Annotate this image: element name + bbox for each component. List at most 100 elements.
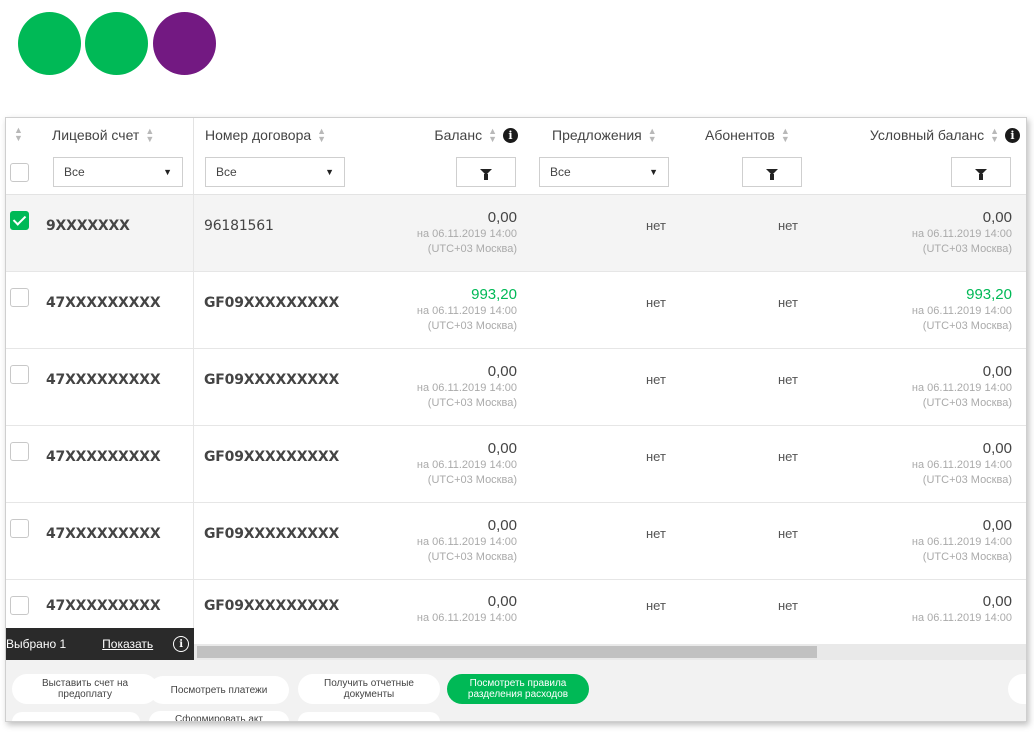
table-row[interactable]: 47XXXXXXXXX GF09XXXXXXXXX 0,00 на 06.11.… <box>6 349 1026 426</box>
column-divider <box>193 503 194 579</box>
chevron-down-icon: ▼ <box>163 167 172 177</box>
row-conditional-balance-date: на 06.11.2019 14:00 <box>911 459 1012 471</box>
sort-icon[interactable]: ▲ ▼ <box>990 127 999 144</box>
header-cell-balance: Баланс ▲ ▼ i <box>374 118 534 195</box>
table-row[interactable]: 9XXXXXXX 96181561 0,00 на 06.11.2019 14:… <box>6 195 1026 272</box>
row-conditional-balance-date: на 06.11.2019 14:00 <box>911 382 1012 394</box>
column-divider <box>193 272 194 348</box>
row-account[interactable]: 47XXXXXXXXX <box>46 526 161 542</box>
sort-icon[interactable]: ▲ ▼ <box>145 127 154 144</box>
row-balance-value: 993,20 <box>471 286 517 303</box>
contract-filter-select[interactable]: Все ▼ <box>205 157 345 187</box>
sort-icon[interactable]: ▲ ▼ <box>317 127 326 144</box>
row-offers: нет <box>646 218 666 233</box>
header-contract[interactable]: Номер договора ▲ ▼ <box>205 127 326 144</box>
row-balance-date: на 06.11.2019 14:00 <box>416 536 517 548</box>
view-expense-rules-button[interactable]: Посмотреть правила разделения расходов <box>447 674 589 704</box>
row-conditional-balance-timezone: (UTC+03 Москва) <box>922 474 1012 486</box>
header-cell-contract: Номер договора ▲ ▼ Все ▼ <box>194 118 374 195</box>
row-contract[interactable]: GF09XXXXXXXXX <box>204 449 339 465</box>
row-checkbox[interactable] <box>10 442 29 461</box>
balance-filter-button[interactable] <box>456 157 516 187</box>
row-account[interactable]: 9XXXXXXX <box>46 218 130 234</box>
header-balance[interactable]: Баланс ▲ ▼ i <box>434 127 518 144</box>
row-checkbox[interactable] <box>10 288 29 307</box>
logo-circle-purple <box>153 12 216 75</box>
row-checkbox[interactable] <box>10 596 29 615</box>
row-subscribers: нет <box>778 218 798 233</box>
row-conditional-balance-value: 0,00 <box>982 209 1012 226</box>
select-all-checkbox[interactable] <box>10 163 29 182</box>
row-account[interactable]: 47XXXXXXXXX <box>46 295 161 311</box>
row-account[interactable]: 47XXXXXXXXX <box>46 372 161 388</box>
row-balance-timezone: (UTC+03 Москва) <box>427 243 517 255</box>
table-row[interactable]: 47XXXXXXXXX GF09XXXXXXXXX 993,20 на 06.1… <box>6 272 1026 349</box>
conditional-balance-filter-button[interactable] <box>951 157 1011 187</box>
row-contract[interactable]: GF09XXXXXXXXX <box>204 372 339 388</box>
get-reports-button[interactable]: Получить отчетные документы <box>298 674 440 704</box>
scrollbar-thumb[interactable] <box>197 646 817 658</box>
row-conditional-balance: 993,20 на 06.11.2019 14:00 (UTC+03 Москв… <box>912 285 1012 334</box>
row-balance-value: 0,00 <box>487 363 517 380</box>
action-button-partial[interactable] <box>1008 674 1026 704</box>
row-conditional-balance-date: на 06.11.2019 14:00 <box>911 536 1012 548</box>
header-offers[interactable]: Предложения ▲ ▼ <box>552 127 657 144</box>
selected-count: Выбрано 1 <box>6 637 67 651</box>
horizontal-scrollbar[interactable] <box>194 644 1026 660</box>
header-account[interactable]: Лицевой счет ▲ ▼ <box>52 127 154 144</box>
filter-icon <box>766 169 778 180</box>
select-sort-icon[interactable]: ▲ ▼ <box>14 126 23 143</box>
row-conditional-balance-timezone: (UTC+03 Москва) <box>922 243 1012 255</box>
row-balance-value: 0,00 <box>487 440 517 457</box>
account-filter-select[interactable]: Все ▼ <box>53 157 183 187</box>
row-conditional-balance-value: 0,00 <box>982 517 1012 534</box>
info-icon[interactable]: i <box>173 636 190 652</box>
issue-prepayment-invoice-button[interactable]: Выставить счет на предоплату <box>12 674 158 704</box>
header-subscribers[interactable]: Абонентов ▲ ▼ <box>705 127 790 144</box>
row-offers: нет <box>646 526 666 541</box>
accounts-table-panel: ▲ ▼ Лицевой счет ▲ ▼ Все ▼ Номер договора … <box>5 117 1027 722</box>
row-checkbox[interactable] <box>10 519 29 538</box>
row-conditional-balance-timezone: (UTC+03 Москва) <box>922 551 1012 563</box>
column-divider <box>193 195 194 271</box>
header-contract-label: Номер договора <box>205 127 312 143</box>
row-account[interactable]: 47XXXXXXXXX <box>46 449 161 465</box>
row-offers: нет <box>646 372 666 387</box>
row-conditional-balance-date: на 06.11.2019 14:00 <box>911 612 1012 624</box>
row-conditional-balance: 0,00 на 06.11.2019 14:00 (UTC+03 Москва) <box>912 362 1012 411</box>
subscribers-filter-button[interactable] <box>742 157 802 187</box>
row-contract[interactable]: 96181561 <box>204 218 274 234</box>
view-payments-button[interactable]: Посмотреть платежи <box>149 676 289 704</box>
sort-icon[interactable]: ▲ ▼ <box>781 127 790 144</box>
row-balance-date: на 06.11.2019 14:00 <box>416 305 517 317</box>
row-account[interactable]: 47XXXXXXXXX <box>46 598 161 614</box>
row-balance: 0,00 на 06.11.2019 14:00 (UTC+03 Москва) <box>417 362 517 411</box>
info-icon[interactable]: i <box>1005 127 1020 143</box>
row-contract[interactable]: GF09XXXXXXXXX <box>204 526 339 542</box>
logo-circle-green-1 <box>18 12 81 75</box>
sort-icon[interactable]: ▲ ▼ <box>648 127 657 144</box>
row-balance: 0,00 на 06.11.2019 14:00 (UTC+03 Москва) <box>417 439 517 488</box>
row-subscribers: нет <box>778 372 798 387</box>
info-icon[interactable]: i <box>503 127 518 143</box>
row-conditional-balance-date: на 06.11.2019 14:00 <box>911 305 1012 317</box>
row-checkbox[interactable] <box>10 365 29 384</box>
row-balance-date: на 06.11.2019 14:00 <box>416 612 517 624</box>
action-button-partial[interactable] <box>12 712 140 721</box>
row-checkbox[interactable] <box>10 211 29 230</box>
row-subscribers: нет <box>778 526 798 541</box>
table-header: ▲ ▼ Лицевой счет ▲ ▼ Все ▼ Номер договора … <box>6 118 1026 195</box>
header-conditional-balance[interactable]: Условный баланс ▲ ▼ i <box>870 127 1020 144</box>
selection-bar: Выбрано 1 Показать i <box>6 628 194 660</box>
offers-filter-select[interactable]: Все ▼ <box>539 157 669 187</box>
row-contract[interactable]: GF09XXXXXXXXX <box>204 598 339 614</box>
row-offers: нет <box>646 295 666 310</box>
action-button-partial[interactable] <box>298 712 440 721</box>
row-contract[interactable]: GF09XXXXXXXXX <box>204 295 339 311</box>
table-row[interactable]: 47XXXXXXXXX GF09XXXXXXXXX 0,00 на 06.11.… <box>6 426 1026 503</box>
table-row[interactable]: 47XXXXXXXXX GF09XXXXXXXXX 0,00 на 06.11.… <box>6 503 1026 580</box>
show-selected-link[interactable]: Показать <box>102 637 153 651</box>
logo-circle-green-2 <box>85 12 148 75</box>
sort-icon[interactable]: ▲ ▼ <box>488 127 497 144</box>
generate-act-button[interactable]: Сформировать акт <box>149 711 289 721</box>
